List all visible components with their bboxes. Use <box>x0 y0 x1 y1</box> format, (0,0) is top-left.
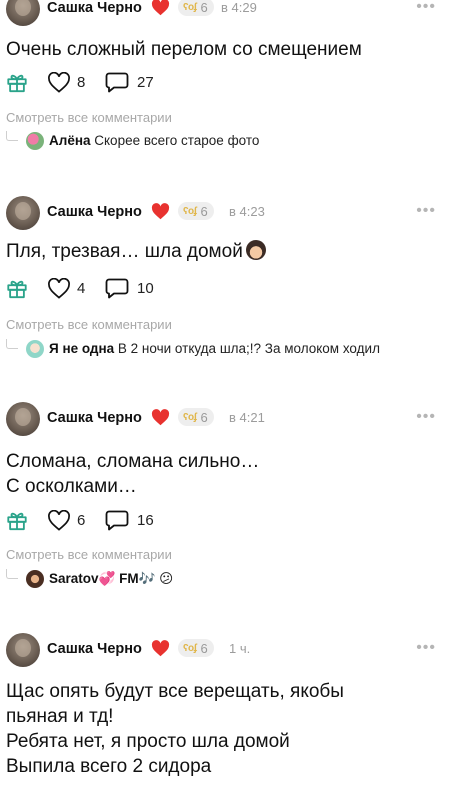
reply-username[interactable]: Алёна <box>49 133 91 148</box>
post-actions: 6 16 <box>6 509 306 533</box>
post: Сашка Черно ʕoʄ 6 в 4:21 ••• Сломана, сл… <box>0 402 450 588</box>
comment-icon[interactable] <box>105 71 129 93</box>
feed: Сашка Черно ʕoʄ 6 в 4:29 ••• Очень сложн… <box>0 0 450 786</box>
timestamp: 1 ч. <box>229 641 251 656</box>
reply-body: Скорее всего старое фото <box>90 133 260 148</box>
comment-icon[interactable] <box>105 509 129 531</box>
red-heart-icon <box>151 203 170 220</box>
comment-count: 10 <box>137 280 154 297</box>
heart-outline-icon[interactable] <box>47 278 71 299</box>
post-header: Сашка Черно ʕoʄ 6 1 ч. ••• <box>0 633 450 673</box>
post-text-content: Пля, трезвая… шла домой <box>6 241 243 262</box>
post: Сашка Черно ʕoʄ 6 в 4:23 ••• Пля, трезва… <box>0 196 450 358</box>
reply-body: 😕 <box>155 571 174 586</box>
comment-icon[interactable] <box>105 277 129 299</box>
flower-avatar[interactable] <box>26 132 44 150</box>
view-all-comments-link[interactable]: Смотреть все комментарии <box>6 317 172 332</box>
reply-preview[interactable]: Я не одна В 2 ночи откуда шла;!? За моло… <box>6 339 446 361</box>
post-actions: 4 10 <box>6 277 306 301</box>
more-dots-icon[interactable]: ••• <box>416 202 436 220</box>
more-dots-icon[interactable]: ••• <box>416 0 436 16</box>
reply-username[interactable]: Saratov💞 FM🎶 <box>49 571 155 586</box>
comment-count: 27 <box>137 74 154 91</box>
post-text: Очень сложный перелом со смещением <box>6 39 362 60</box>
post-header: Сашка Черно ʕoʄ 6 в 4:23 ••• <box>0 196 450 236</box>
more-dots-icon[interactable]: ••• <box>416 639 436 657</box>
reply-preview[interactable]: Saratov💞 FM🎶 😕 <box>6 569 446 591</box>
crown-icon: ʕoʄ <box>183 411 197 423</box>
girl-avatar[interactable] <box>26 570 44 588</box>
reply-text: Я не одна В 2 ночи откуда шла;!? За моло… <box>49 341 380 356</box>
crown-icon: ʕoʄ <box>183 205 197 217</box>
level-badge: ʕoʄ 6 <box>178 0 214 16</box>
like-count: 8 <box>77 74 86 91</box>
author-avatar[interactable] <box>6 633 40 667</box>
crown-icon: ʕoʄ <box>183 642 197 654</box>
post-text: Щас опять будут все верещать, якобы пьян… <box>6 681 344 777</box>
level-badge: ʕoʄ 6 <box>178 408 214 426</box>
timestamp: в 4:29 <box>221 0 257 15</box>
anime-avatar[interactable] <box>26 340 44 358</box>
reply-text: Saratov💞 FM🎶 😕 <box>49 571 173 587</box>
more-dots-icon[interactable]: ••• <box>416 408 436 426</box>
reply-body: В 2 ночи откуда шла;!? За молоком ходил <box>114 341 380 356</box>
heart-outline-icon[interactable] <box>47 72 71 93</box>
author-name[interactable]: Сашка Черно <box>47 0 142 16</box>
gift-icon[interactable] <box>6 277 28 299</box>
author-name[interactable]: Сашка Черно <box>47 204 142 220</box>
view-all-comments-link[interactable]: Смотреть все комментарии <box>6 547 172 562</box>
view-all-comments-link[interactable]: Смотреть все комментарии <box>6 110 172 125</box>
level-value: 6 <box>200 203 208 219</box>
post-text: Сломана, сломана сильно… С осколками… <box>6 451 260 497</box>
gift-icon[interactable] <box>6 509 28 531</box>
crown-icon: ʕoʄ <box>183 1 197 13</box>
like-count: 4 <box>77 280 86 297</box>
reply-connector <box>6 339 18 349</box>
author-avatar[interactable] <box>6 402 40 436</box>
post: Сашка Черно ʕoʄ 6 в 4:29 ••• Очень сложн… <box>0 0 450 150</box>
reply-preview[interactable]: Алёна Скорее всего старое фото <box>6 131 446 153</box>
post-actions: 8 27 <box>6 71 306 95</box>
woman-facepalm-emoji <box>245 240 266 260</box>
post-header: Сашка Черно ʕoʄ 6 в 4:29 ••• <box>0 0 450 32</box>
level-value: 6 <box>200 640 208 656</box>
reply-connector <box>6 569 18 579</box>
level-badge: ʕoʄ 6 <box>178 639 214 657</box>
level-value: 6 <box>200 0 208 15</box>
red-heart-icon <box>151 640 170 657</box>
post: Сашка Черно ʕoʄ 6 1 ч. ••• Щас опять буд… <box>0 633 450 777</box>
author-name[interactable]: Сашка Черно <box>47 641 142 657</box>
author-avatar[interactable] <box>6 196 40 230</box>
reply-username[interactable]: Я не одна <box>49 341 114 356</box>
post-text: Пля, трезвая… шла домой <box>6 239 266 264</box>
red-heart-icon <box>151 409 170 426</box>
reply-text: Алёна Скорее всего старое фото <box>49 133 259 148</box>
like-count: 6 <box>77 512 86 529</box>
reply-connector <box>6 131 18 141</box>
timestamp: в 4:23 <box>229 204 265 219</box>
comment-count: 16 <box>137 512 154 529</box>
timestamp: в 4:21 <box>229 410 265 425</box>
post-header: Сашка Черно ʕoʄ 6 в 4:21 ••• <box>0 402 450 442</box>
heart-outline-icon[interactable] <box>47 510 71 531</box>
level-badge: ʕoʄ 6 <box>178 202 214 220</box>
red-heart-icon <box>151 0 170 16</box>
gift-icon[interactable] <box>6 71 28 93</box>
author-name[interactable]: Сашка Черно <box>47 410 142 426</box>
author-avatar[interactable] <box>6 0 40 26</box>
level-value: 6 <box>200 409 208 425</box>
